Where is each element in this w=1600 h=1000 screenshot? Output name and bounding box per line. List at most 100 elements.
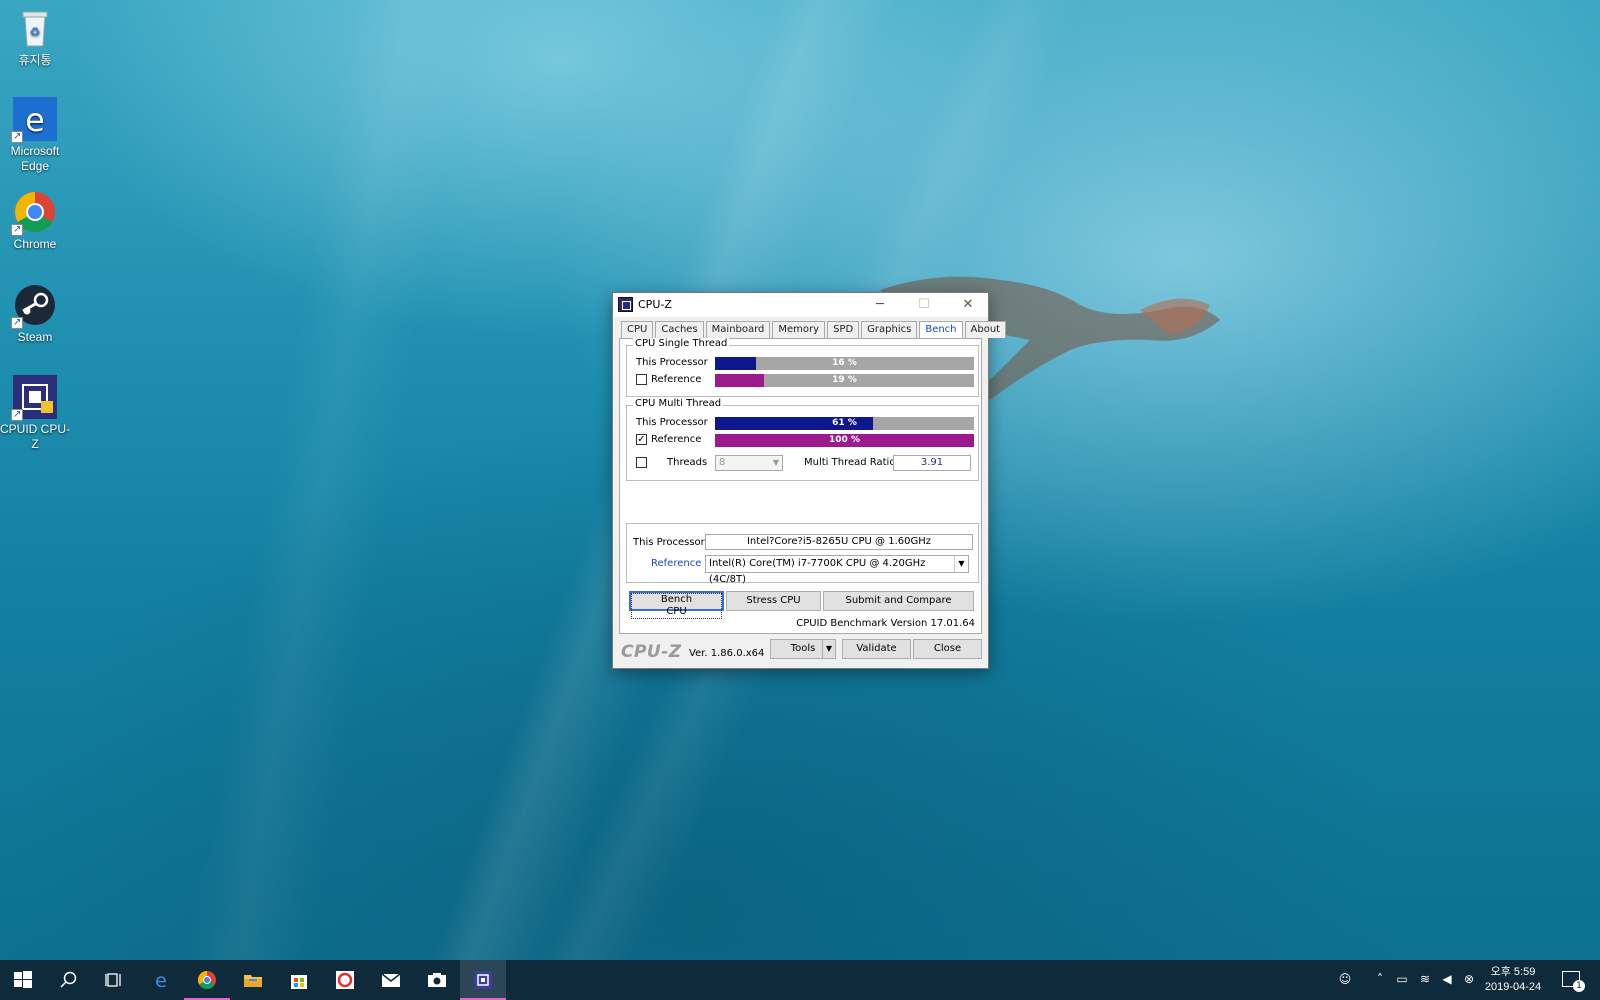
tab-spd[interactable]: SPD [827,321,860,338]
single-thread-group: CPU Single Thread This Processor 16 % Re… [626,338,979,397]
desktop-icon-chrome[interactable]: Chrome [0,190,70,252]
multi-thread-ratio-label: Multi Thread Ratio [804,457,896,468]
clock[interactable]: 오후 5:59 2019-04-24 [1478,965,1548,995]
taskbar-file-explorer[interactable] [230,960,276,1000]
multi-this-bar: 61 % [715,417,974,430]
tab-graphics[interactable]: Graphics [861,321,918,338]
tab-about[interactable]: About [964,321,1007,338]
windows-start-icon [14,971,32,988]
multi-ref-percent: 100 % [829,435,860,445]
disconnected-icon[interactable]: ⊗ [1462,972,1476,986]
desktop-icon-label: CPUID CPU-Z [0,422,71,451]
this-processor-value: Intel?Core?i5-8265U CPU @ 1.60GHz [705,534,973,550]
bench-cpu-button[interactable]: Bench CPU [629,591,724,619]
cpu-z-window[interactable]: CPU-Z ─ ☐ ✕ CPU Caches Mainboard Memory … [612,292,1007,669]
window-titlebar[interactable]: CPU-Z ─ ☐ ✕ [613,293,988,317]
desktop-icon-recycle-bin[interactable]: ♻ 휴지통 [0,6,70,68]
cpu-z-icon [11,375,57,422]
taskbar-cpu-z[interactable] [460,960,506,1000]
store-icon [291,975,307,989]
svg-text:e: e [25,101,45,139]
shortcut-arrow-icon [11,222,23,237]
steam-icon [11,283,57,330]
tab-bar: CPU Caches Mainboard Memory SPD Graphics… [621,321,1008,338]
shortcut-arrow-icon [11,407,23,422]
window-title: CPU-Z [638,298,672,311]
threads-select[interactable]: 8 ▼ [715,455,783,471]
tab-mainboard[interactable]: Mainboard [705,321,771,338]
taskbar-edge[interactable]: e [138,960,184,1000]
single-this-percent: 16 % [832,358,857,368]
svg-text:♻: ♻ [30,25,41,39]
benchmark-version: CPUID Benchmark Version 17.01.64 [796,618,975,629]
desktop-icon-edge[interactable]: e Microsoft Edge [0,97,70,174]
desktop-icon-label: Steam [17,330,53,344]
people-icon[interactable]: ☺ [1338,972,1352,986]
single-this-bar: 16 % [715,357,974,370]
taskbar-mail[interactable] [368,960,414,1000]
volume-icon[interactable]: ◀ [1440,972,1454,986]
close-window-button[interactable]: ✕ [946,293,990,317]
wifi-icon[interactable]: ≋ [1418,972,1432,986]
tools-button[interactable]: Tools ▼ [770,639,836,659]
shortcut-arrow-icon [11,315,23,330]
desktop-icon-steam[interactable]: Steam [0,283,70,345]
reference-select-value: Intel(R) Core(TM) i7-7700K CPU @ 4.20GHz… [709,558,926,585]
mail-icon [381,973,401,987]
reference-label: Reference [651,434,702,445]
tools-dropdown-icon[interactable]: ▼ [822,640,835,658]
notification-count: 1 [1573,980,1585,992]
tab-bench[interactable]: Bench [919,321,963,338]
shortcut-arrow-icon [11,129,23,144]
group-title: CPU Single Thread [633,338,730,349]
cpu-z-footer-logo: CPU-Z [621,642,682,662]
threads-checkbox[interactable] [636,457,647,468]
minimize-button[interactable]: ─ [858,293,902,317]
chevron-up-icon[interactable]: ˄ [1373,972,1387,986]
taskbar-sync-app[interactable] [322,960,368,1000]
start-button[interactable] [0,960,46,1000]
desktop-icon-label: 휴지통 [18,53,52,67]
bench-panel: CPU Single Thread This Processor 16 % Re… [619,338,982,634]
taskbar-camera[interactable] [414,960,460,1000]
tools-label: Tools [790,643,816,654]
multi-ref-bar: 100 % [715,434,974,447]
validate-button[interactable]: Validate [842,639,911,659]
single-reference-checkbox[interactable] [636,374,647,385]
clock-date: 2019-04-24 [1484,981,1542,993]
taskbar: e ☺ ˄ ▭ ≋ ◀ ⊗ 오후 5:59 2019-04-24 1 [0,960,1600,1000]
cpu-z-icon [474,971,492,989]
edge-icon: e [11,97,57,144]
stress-cpu-button[interactable]: Stress CPU [726,591,821,611]
maximize-button[interactable]: ☐ [902,293,946,317]
tab-caches[interactable]: Caches [655,321,704,338]
task-view-icon [105,973,121,987]
recycle-bin-icon: ♻ [13,6,57,50]
reference-link[interactable]: Reference [651,558,701,569]
this-processor-label: This Processor [633,537,705,548]
single-ref-percent: 19 % [832,375,857,385]
taskbar-chrome[interactable] [184,960,230,1000]
threads-label: Threads [667,457,708,468]
desktop-icon-cpu-z[interactable]: CPUID CPU-Z [0,375,70,452]
close-button[interactable]: Close [913,639,982,659]
cpu-z-app-icon [618,297,633,312]
chrome-icon [197,971,216,990]
tab-cpu[interactable]: CPU [621,321,654,338]
svg-text:e: e [155,970,167,990]
single-ref-bar: 19 % [715,374,974,387]
chrome-icon [11,190,57,237]
clock-time: 오후 5:59 [1490,966,1536,978]
search-button[interactable] [46,960,92,1000]
task-view-button[interactable] [92,960,138,1000]
multi-reference-checkbox[interactable]: ✓ [636,434,647,445]
reference-select[interactable]: Intel(R) Core(TM) i7-7700K CPU @ 4.20GHz… [705,555,969,585]
tab-memory[interactable]: Memory [772,321,826,338]
this-processor-label: This Processor [636,417,708,428]
desktop-icon-label: Microsoft Edge [10,144,60,173]
this-processor-label: This Processor [636,357,708,368]
action-center-icon[interactable]: 1 [1562,971,1585,992]
battery-icon[interactable]: ▭ [1395,972,1409,986]
taskbar-store[interactable] [276,960,322,1000]
submit-and-compare-button[interactable]: Submit and Compare [823,591,974,611]
